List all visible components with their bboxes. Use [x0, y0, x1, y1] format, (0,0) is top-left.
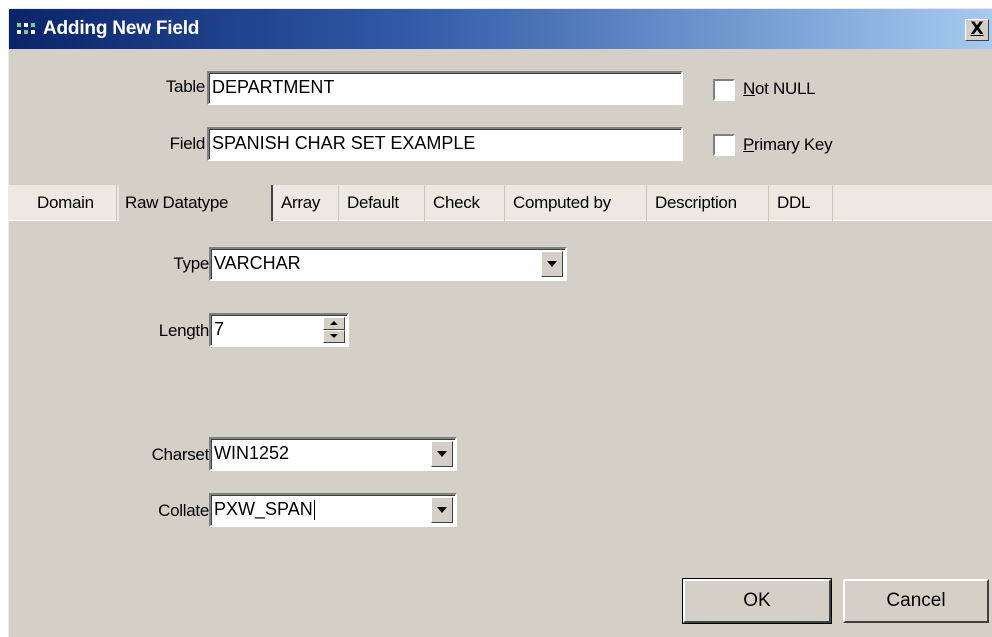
- chevron-down-icon[interactable]: [431, 497, 453, 523]
- text-caret: [313, 500, 315, 521]
- title-bar[interactable]: Adding New Field X: [9, 9, 992, 49]
- tab-strip: Domain Raw Datatype Array Default Check …: [9, 185, 992, 221]
- not-null-checkbox[interactable]: [713, 79, 735, 101]
- spin-down-icon[interactable]: [323, 330, 345, 343]
- tab-domain[interactable]: Domain: [31, 185, 117, 221]
- tab-raw-datatype[interactable]: Raw Datatype: [119, 185, 273, 221]
- collate-select[interactable]: PXW_SPAN: [209, 493, 457, 527]
- type-value: VARCHAR: [214, 253, 301, 273]
- primary-key-text: rimary Key: [754, 135, 833, 154]
- window-title: Adding New Field: [43, 18, 200, 39]
- field-name-input[interactable]: SPANISH CHAR SET EXAMPLE: [207, 127, 683, 161]
- not-null-label[interactable]: Not NULL: [743, 79, 816, 99]
- charset-label: Charset: [151, 445, 210, 464]
- primary-key-label[interactable]: Primary Key: [743, 135, 833, 155]
- adding-new-field-dialog: Adding New Field X Table DEPARTMENT Fiel…: [8, 8, 992, 637]
- charset-value: WIN1252: [214, 443, 290, 463]
- table-input[interactable]: DEPARTMENT: [207, 71, 683, 105]
- tab-check[interactable]: Check: [427, 185, 505, 221]
- collate-label: Collate: [158, 501, 209, 520]
- spin-up-icon[interactable]: [323, 317, 345, 330]
- length-label: Length: [158, 321, 210, 340]
- close-icon: X: [970, 19, 984, 39]
- not-null-text: ot NULL: [754, 79, 816, 98]
- primary-key-checkbox[interactable]: [713, 134, 735, 156]
- length-stepper[interactable]: 7: [209, 313, 349, 347]
- collate-value: PXW_SPAN: [214, 499, 313, 519]
- not-null-accel: N: [743, 79, 755, 98]
- close-button[interactable]: X: [965, 19, 989, 41]
- cancel-button[interactable]: Cancel: [843, 579, 989, 623]
- primary-key-accel: P: [743, 135, 755, 154]
- chevron-down-icon[interactable]: [541, 251, 563, 277]
- tab-default[interactable]: Default: [341, 185, 425, 221]
- type-select[interactable]: VARCHAR: [209, 247, 567, 281]
- field-label: Field: [169, 134, 206, 153]
- charset-select[interactable]: WIN1252: [209, 437, 457, 471]
- type-label: Type: [173, 254, 209, 273]
- tab-ddl[interactable]: DDL: [771, 185, 833, 221]
- tab-computed-by[interactable]: Computed by: [507, 185, 647, 221]
- table-label: Table: [165, 77, 205, 96]
- tab-description[interactable]: Description: [649, 185, 769, 221]
- length-value: 7: [214, 319, 225, 339]
- field-grid-icon: [17, 23, 35, 34]
- chevron-down-icon[interactable]: [431, 441, 453, 467]
- ok-button[interactable]: OK: [682, 578, 832, 624]
- tab-array[interactable]: Array: [275, 185, 339, 221]
- length-spin-buttons: [323, 317, 345, 343]
